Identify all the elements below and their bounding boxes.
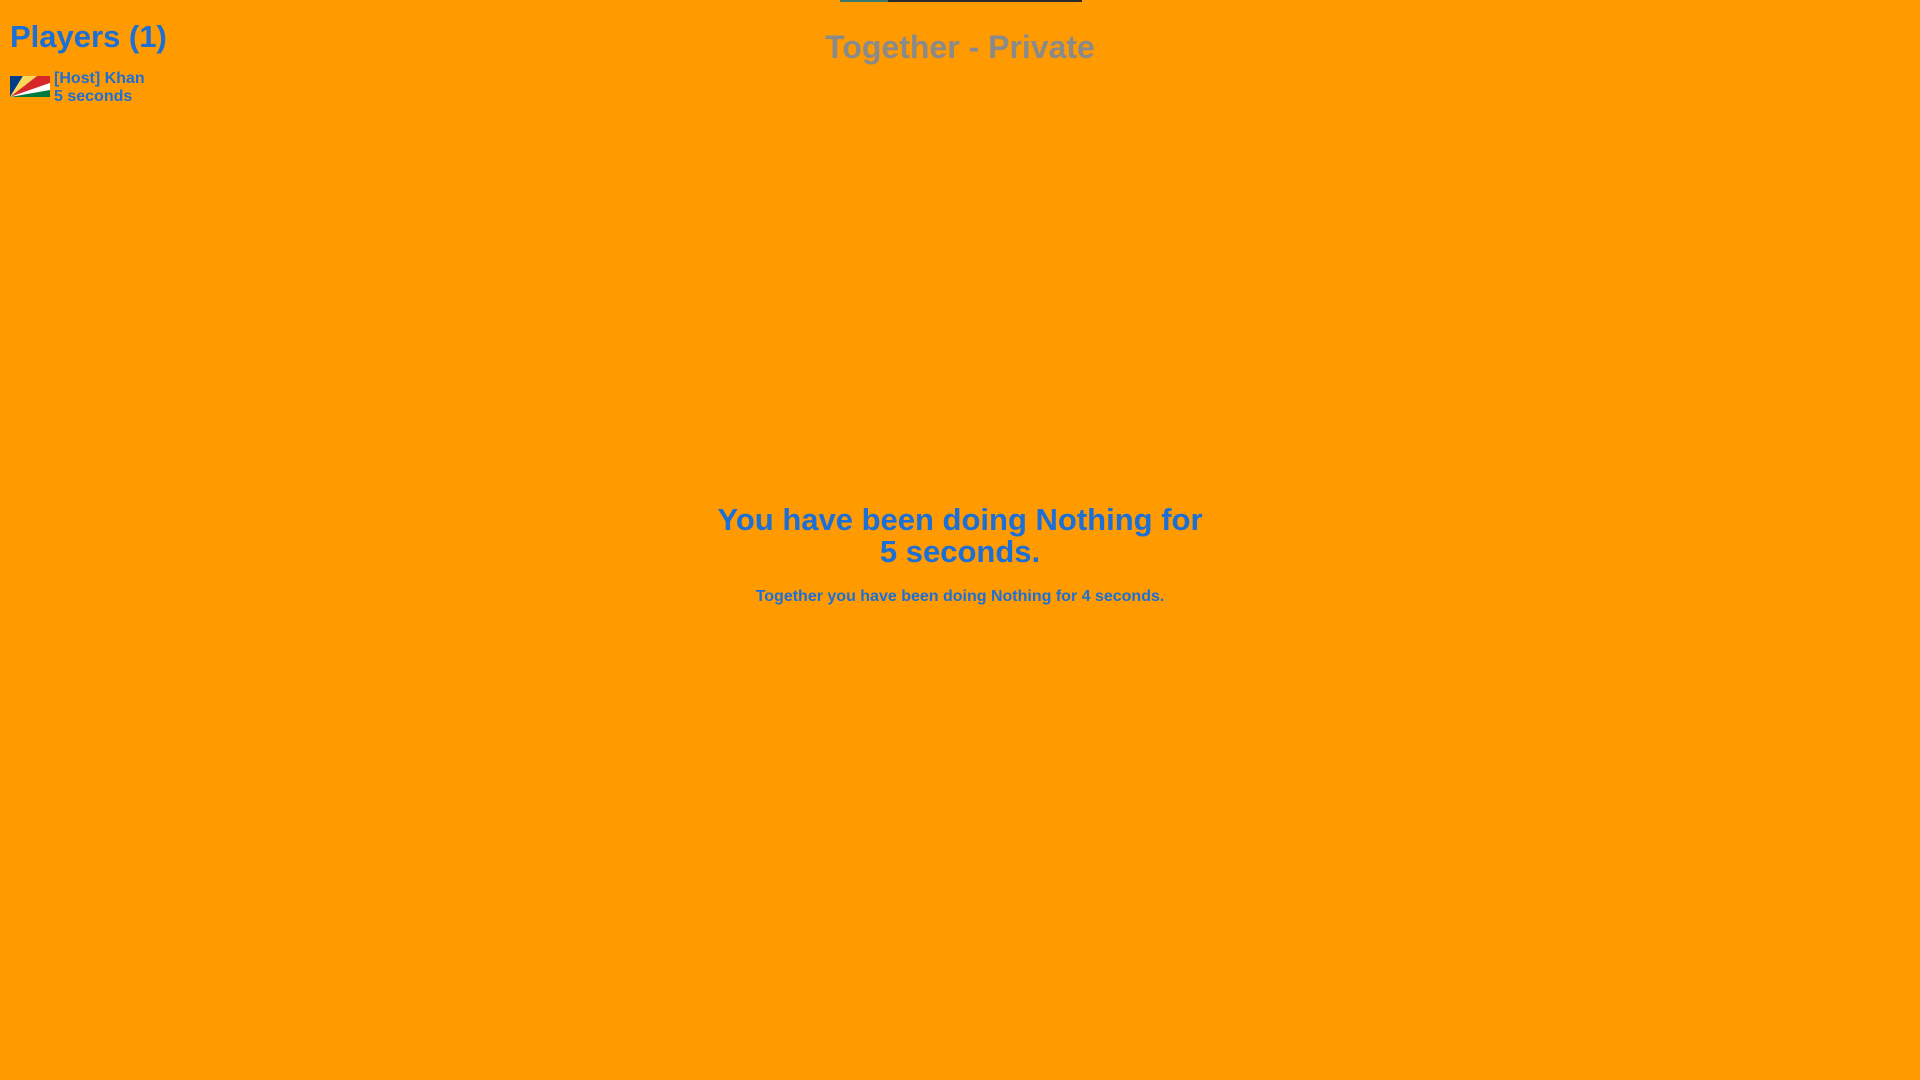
- player-time: 5 seconds: [54, 88, 133, 105]
- player-info: [Host] Khan 5 seconds: [54, 70, 145, 106]
- room-title: Together - Private: [825, 29, 1095, 65]
- top-progress-bar: [840, 0, 1082, 2]
- top-bar-segment-dark: [888, 0, 1082, 2]
- main-status-line2: 5 seconds.: [879, 534, 1041, 569]
- player-name: [Host] Khan: [54, 70, 145, 87]
- main-status-line1: You have been doing Nothing for: [717, 502, 1203, 537]
- player-row: [Host] Khan 5 seconds: [10, 70, 167, 106]
- seychelles-flag-icon: [10, 76, 50, 97]
- status-message: You have been doing Nothing for 5 second…: [0, 504, 1920, 607]
- together-status: Together you have been doing Nothing for…: [755, 588, 1165, 605]
- main-status: You have been doing Nothing for 5 second…: [0, 504, 1920, 568]
- top-bar-segment-accent: [840, 0, 888, 2]
